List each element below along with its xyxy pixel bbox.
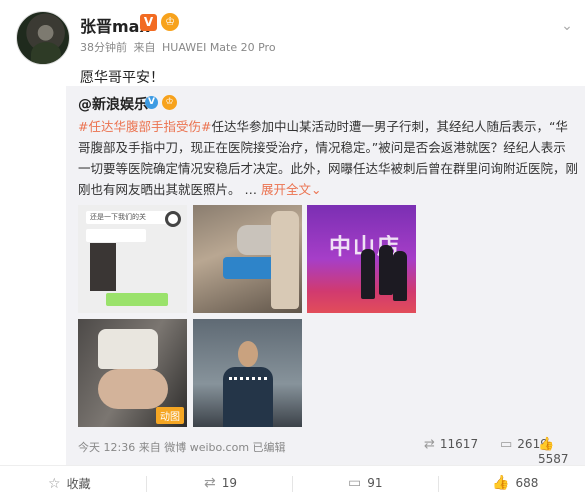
chat-text: 还是一下我们的关 <box>90 213 146 221</box>
like-button[interactable]: 👍 688 <box>492 475 538 491</box>
hashtag-link[interactable]: #任达华腹部手指受伤# <box>78 119 211 134</box>
member-badge: ♔ <box>161 13 179 31</box>
repost-stat-likes[interactable]: 👍5587 <box>538 437 583 466</box>
like-icon: 👍 <box>492 475 510 491</box>
image-hospital-bed[interactable] <box>193 205 302 313</box>
source-prefix: 来自 <box>138 441 161 454</box>
repost-icon: ⇄ <box>204 475 216 491</box>
post-text: 愿华哥平安！ <box>80 70 164 86</box>
favorite-button[interactable]: ☆ 收藏 <box>48 475 91 492</box>
image-chat-screenshot[interactable]: 还是一下我们的关 <box>78 205 187 313</box>
comment-icon: ▭ <box>500 437 513 452</box>
post-source[interactable]: HUAWEI Mate 20 Pro <box>162 41 276 54</box>
avatar[interactable] <box>16 11 70 65</box>
repost-icon: ⇄ <box>424 437 435 452</box>
repost-text: #任达华腹部手指受伤#任达华参加中山某活动时遭一男子行刺，其经纪人随后表示，“华… <box>78 116 578 200</box>
repost-stat-reposts[interactable]: ⇄ 11617 <box>424 437 478 452</box>
action-bar: ☆ 收藏 ⇄ 19 ▭ 91 👍 688 <box>0 465 585 501</box>
comment-icon: ▭ <box>348 475 362 491</box>
edited-label[interactable]: 已编辑 <box>253 441 286 454</box>
repost-author[interactable]: @新浪娱乐 <box>78 94 148 114</box>
image-gif-hands[interactable]: 动图 <box>78 319 187 427</box>
verified-badge: V <box>145 96 158 109</box>
ellipsis: … <box>244 182 258 197</box>
image-portrait[interactable] <box>193 319 302 427</box>
repost-time[interactable]: 今天 12:36 <box>78 441 135 454</box>
repost-footer: 今天 12:36 来自 微博 weibo.com 已编辑 ⇄ 11617 ▭ 261… <box>78 435 583 466</box>
member-badge: ♔ <box>162 95 177 110</box>
verified-badge: V <box>140 14 157 31</box>
source-prefix: 来自 <box>133 41 156 54</box>
repost-button[interactable]: ⇄ 19 <box>204 475 237 491</box>
repost-meta: 今天 12:36 来自 微博 weibo.com 已编辑 <box>78 439 286 455</box>
image-stage-event[interactable]: 中山店 <box>307 205 416 313</box>
loading-icon <box>165 211 181 227</box>
comment-button[interactable]: ▭ 91 <box>348 475 383 491</box>
chevron-down-icon[interactable]: ⌄ <box>559 18 575 34</box>
reposted-card: @新浪娱乐 V ♔ #任达华腹部手指受伤#任达华参加中山某活动时遭一男子行刺，其… <box>66 86 585 466</box>
like-icon: 👍 <box>538 437 555 452</box>
post-meta: 38分钟前 来自 HUAWEI Mate 20 Pro <box>80 39 279 55</box>
expand-full-text-link[interactable]: 展开全文⌄ <box>261 182 322 197</box>
repost-source[interactable]: 微博 weibo.com <box>164 441 249 454</box>
gif-badge: 动图 <box>156 407 184 424</box>
star-icon: ☆ <box>48 476 61 492</box>
post-time[interactable]: 38分钟前 <box>80 41 127 54</box>
